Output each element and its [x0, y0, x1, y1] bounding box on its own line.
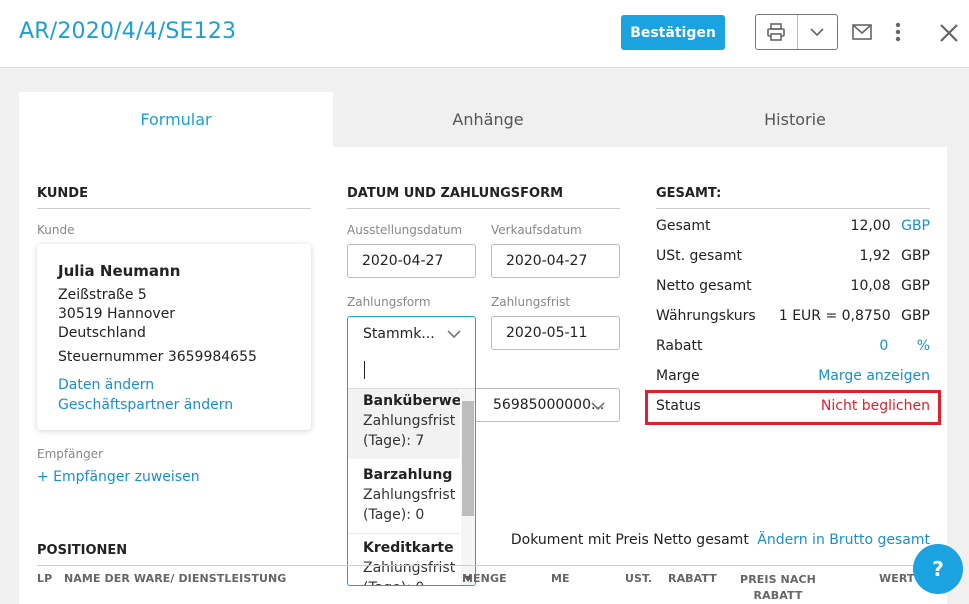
payment-method-search-input[interactable] [348, 351, 475, 389]
customer-street: Zeißstraße 5 [58, 287, 147, 303]
discount-label: Rabatt [656, 338, 703, 354]
column-header-unit: ME [551, 572, 570, 585]
tab-historie[interactable]: Historie [643, 92, 947, 147]
chevron-down-icon [810, 28, 824, 37]
status-value: Nicht beglichen [820, 398, 930, 414]
margin-row: Marge Marge anzeigen [656, 368, 930, 390]
discount-unit[interactable]: % [917, 338, 930, 354]
status-label: Status [656, 398, 701, 414]
vat-total-value: 1,92 [859, 248, 891, 264]
customer-field-label: Kunde [37, 223, 75, 237]
tab-anhaenge[interactable]: Anhänge [333, 92, 643, 147]
vat-total-label: USt. gesamt [656, 248, 743, 264]
bank-account-select[interactable]: 56985000000... [470, 388, 620, 422]
exchange-rate-label: Währungskurs [656, 308, 756, 324]
payment-option-line: Zahlungsfrist [363, 487, 456, 503]
margin-label: Marge [656, 368, 700, 384]
exchange-rate-row: Währungskurs 1 EUR = 0,8750 GBP [656, 308, 930, 330]
confirm-button[interactable]: Bestätigen [621, 15, 725, 50]
customer-city: 30519 Hannover [58, 306, 176, 322]
sale-date-label: Verkaufsdatum [491, 223, 582, 237]
net-total-value-group: 10,08 GBP [851, 278, 930, 294]
issue-date-label: Ausstellungsdatum [347, 223, 463, 237]
more-vertical-icon [895, 22, 901, 42]
exchange-rate-value: 1 EUR = 0,8750 [778, 308, 891, 324]
payment-method-select[interactable]: Stammk... [348, 317, 475, 351]
net-total-value: 10,08 [850, 278, 891, 294]
payment-option-days: (Tage): 7 [363, 433, 425, 449]
bank-account-value: 56985000000... [493, 397, 605, 413]
total-value: 12,00 [850, 218, 891, 234]
print-button[interactable] [756, 15, 797, 49]
dates-section-title: DATUM UND ZAHLUNGSFORM [347, 186, 620, 209]
payment-option-title: Banküberweisung [363, 393, 460, 409]
help-button[interactable]: ? [913, 544, 963, 594]
total-value-group: 12,00 GBP [851, 218, 930, 234]
recipient-label: Empfänger [37, 447, 104, 461]
payment-option-days: (Tage): 0 [363, 578, 460, 585]
tab-formular[interactable]: Formular [19, 92, 333, 147]
sale-date-input[interactable]: 2020-04-27 [491, 244, 620, 278]
customer-name: Julia Neumann [58, 262, 181, 280]
payment-option-line: Zahlungsfrist [363, 413, 456, 429]
net-total-label: Netto gesamt [656, 278, 752, 294]
net-total-row: Netto gesamt 10,08 GBP [656, 278, 930, 300]
scrollbar-thumb[interactable] [462, 401, 474, 516]
close-button[interactable] [937, 21, 961, 45]
payment-term-label: Zahlungsfrist [491, 295, 571, 309]
total-row: Gesamt 12,00 GBP [656, 218, 930, 240]
text-cursor [364, 361, 365, 379]
printer-icon [767, 23, 786, 41]
payment-option-days: (Tage): 0 [363, 507, 425, 523]
chevron-down-icon [591, 402, 605, 411]
column-header-vat: UST. [625, 572, 653, 585]
column-header-quantity: MENGE [462, 572, 507, 585]
total-label: Gesamt [656, 218, 711, 234]
customer-country: Deutschland [58, 325, 146, 341]
customer-section-title: KUNDE [37, 186, 311, 209]
exchange-rate-unit: GBP [901, 308, 930, 324]
column-header-lp: LP [37, 572, 53, 585]
more-options-button[interactable] [890, 20, 906, 44]
totals-section-title: GESAMT: [656, 186, 930, 209]
column-header-name: NAME DER WARE/ DIENSTLEISTUNG [64, 572, 287, 585]
send-email-button[interactable] [851, 22, 873, 42]
header-bar: AR/2020/4/4/SE123 Bestätigen [0, 0, 969, 68]
vat-total-unit: GBP [901, 248, 930, 264]
payment-option-cash[interactable]: Barzahlung Zahlungsfrist (Tage): 0 [348, 461, 460, 531]
edit-data-link[interactable]: Daten ändern [58, 377, 154, 393]
column-header-price-after-discount: PREIS NACH RABATT [740, 573, 816, 602]
edit-partner-link[interactable]: Geschäftspartner ändern [58, 397, 233, 413]
payment-method-label: Zahlungsform [347, 295, 431, 309]
currency-select[interactable]: GBP [901, 218, 930, 234]
column-header-discount: RABATT [668, 572, 717, 585]
customer-tax-number: Steuernummer 3659984655 [58, 349, 257, 365]
payment-term-input[interactable]: 2020-05-11 [491, 316, 620, 350]
show-margin-link[interactable]: Marge anzeigen [818, 368, 930, 384]
mail-icon [852, 24, 872, 40]
payment-option-bank-transfer[interactable]: Banküberweisung Zahlungsfrist (Tage): 7 [348, 389, 460, 459]
chevron-down-icon [447, 330, 461, 339]
close-icon [940, 24, 958, 42]
customer-card: Julia Neumann Zeißstraße 5 30519 Hannove… [37, 244, 311, 430]
assign-recipient-link[interactable]: + Empfänger zuweisen [37, 469, 200, 485]
net-total-unit: GBP [901, 278, 930, 294]
positions-section-title: POSITIONEN [37, 543, 930, 566]
issue-date-input[interactable]: 2020-04-27 [347, 244, 476, 278]
discount-value-group: 0 % [879, 338, 930, 354]
vat-total-value-group: 1,92 GBP [859, 248, 930, 264]
exchange-rate-value-group: 1 EUR = 0,8750 GBP [779, 308, 930, 324]
column-header-value: WERT [879, 572, 915, 585]
print-options-button[interactable] [796, 15, 838, 49]
discount-row: Rabatt 0 % [656, 338, 930, 360]
discount-value[interactable]: 0 [879, 338, 888, 354]
print-button-group [755, 14, 838, 50]
vat-total-row: USt. gesamt 1,92 GBP [656, 248, 930, 270]
payment-option-title: Barzahlung [363, 467, 453, 483]
tab-bar: Formular Anhänge Historie [19, 92, 947, 147]
status-row: Status Nicht beglichen [656, 398, 930, 420]
payment-method-value: Stammk... [363, 326, 435, 342]
document-title: AR/2020/4/4/SE123 [19, 19, 237, 44]
